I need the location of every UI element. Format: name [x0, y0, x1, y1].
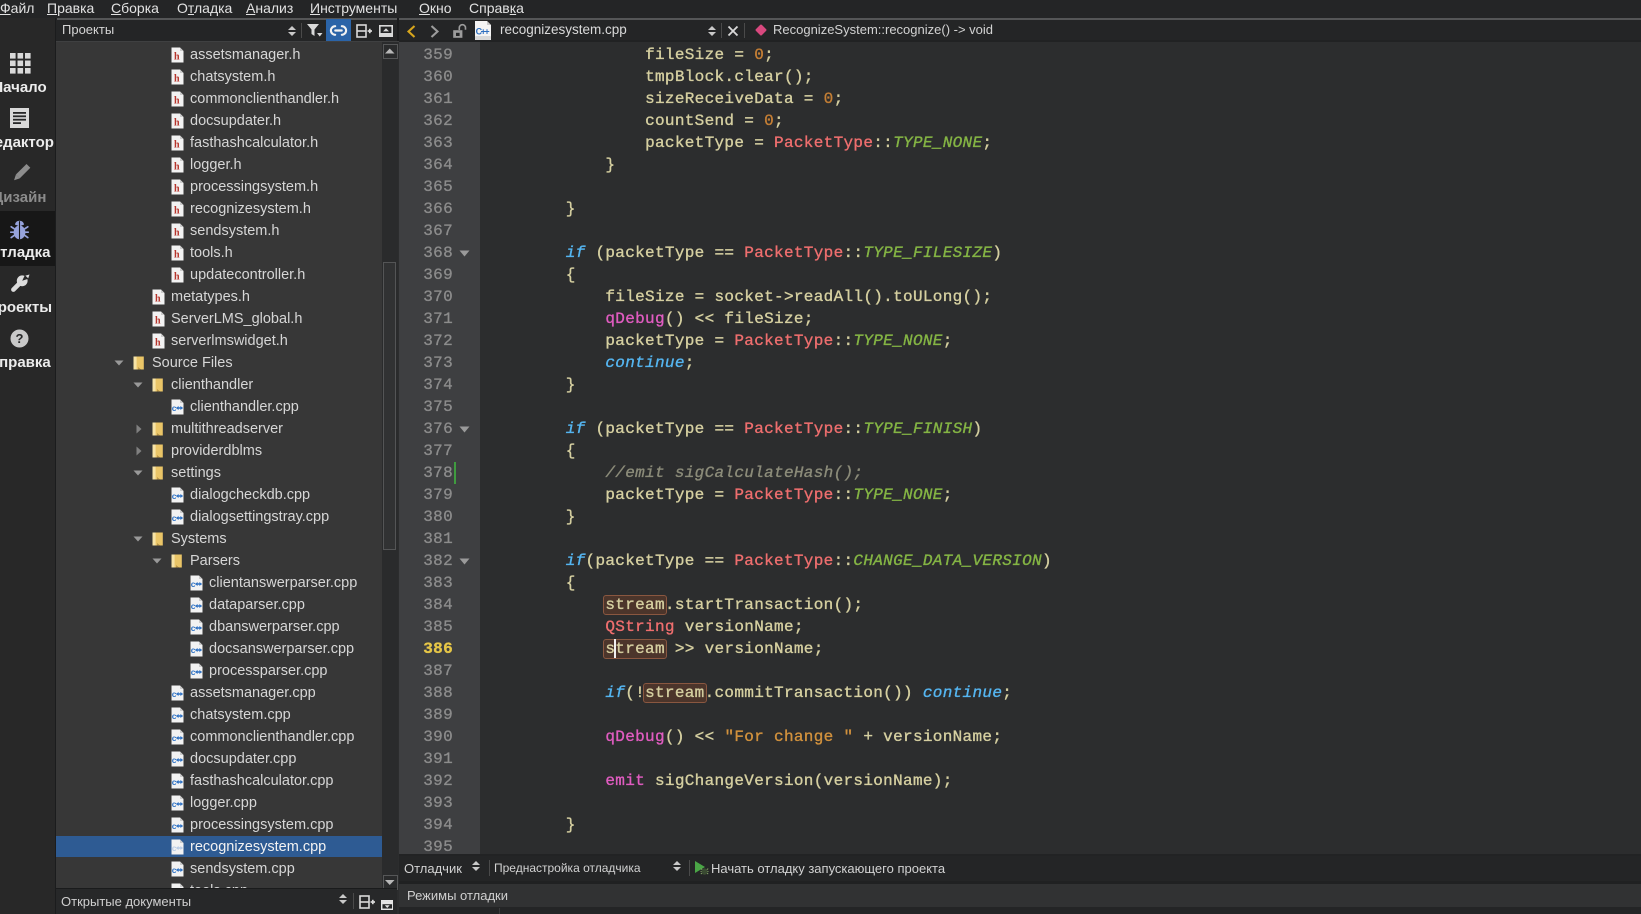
svg-text:h: h [155, 338, 161, 349]
svg-text:h: h [155, 316, 161, 327]
svg-text:c: c [172, 689, 177, 699]
svg-text:?: ? [16, 331, 24, 346]
svg-text:h: h [174, 96, 180, 107]
svg-text:h: h [155, 294, 161, 305]
svg-text:h: h [174, 140, 180, 151]
svg-text:C++: C++ [476, 27, 490, 37]
svg-text:c: c [172, 799, 177, 809]
svg-text:c: c [172, 777, 177, 787]
svg-text:c: c [191, 667, 196, 677]
svg-text:c: c [172, 513, 177, 523]
svg-text:h: h [174, 206, 180, 217]
svg-text:h: h [174, 272, 180, 283]
svg-text:c: c [172, 843, 177, 853]
svg-text:c: c [172, 711, 177, 721]
svg-text:h: h [174, 250, 180, 261]
svg-text:h: h [174, 162, 180, 173]
svg-text:c: c [191, 601, 196, 611]
svg-text:c: c [172, 733, 177, 743]
svg-text:c: c [191, 579, 196, 589]
svg-text:c: c [172, 821, 177, 831]
svg-text:h: h [174, 228, 180, 239]
svg-text:h: h [174, 52, 180, 63]
svg-text:c: c [172, 755, 177, 765]
svg-text:c: c [172, 403, 177, 413]
svg-text:h: h [174, 184, 180, 195]
svg-text:h: h [174, 74, 180, 85]
svg-text:c: c [191, 645, 196, 655]
svg-text:h: h [174, 118, 180, 129]
svg-text:c: c [191, 623, 196, 633]
svg-text:c: c [172, 865, 177, 875]
svg-text:c: c [172, 491, 177, 501]
